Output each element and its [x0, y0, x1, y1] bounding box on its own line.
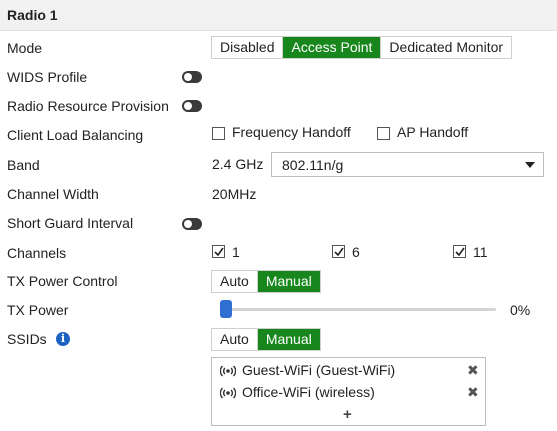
chevron-down-icon — [525, 162, 535, 168]
check-icon — [214, 247, 224, 257]
mode-option-access-point[interactable]: Access Point — [283, 37, 382, 58]
ssid-list: Guest-WiFi (Guest-WiFi) ✖ Office-WiFi (w… — [211, 357, 486, 426]
band-label: Band — [7, 157, 40, 173]
check-icon — [334, 247, 344, 257]
tx-power-slider-track[interactable] — [222, 308, 496, 311]
short-guard-interval-label: Short Guard Interval — [7, 215, 134, 231]
ssids-manual[interactable]: Manual — [257, 329, 320, 350]
radio-resource-provision-label: Radio Resource Provision — [7, 98, 169, 114]
band-prefix: 2.4 GHz — [212, 156, 264, 172]
channel-11-checkbox[interactable] — [453, 245, 466, 258]
short-guard-interval-toggle[interactable] — [182, 218, 202, 230]
remove-ssid-button[interactable]: ✖ — [467, 384, 479, 401]
ap-handoff-checkbox[interactable] — [377, 127, 390, 140]
channel-11-label: 11 — [473, 244, 488, 260]
tx-power-label: TX Power — [7, 302, 69, 318]
remove-ssid-button[interactable]: ✖ — [467, 362, 479, 379]
ssid-name: Office-WiFi (wireless) — [242, 384, 375, 400]
section-title: Radio 1 — [7, 7, 58, 23]
wids-profile-label: WIDS Profile — [7, 69, 88, 85]
client-load-balancing-label: Client Load Balancing — [7, 127, 144, 143]
mode-label: Mode — [7, 40, 43, 56]
channel-width-label: Channel Width — [7, 186, 99, 202]
mode-selector: Disabled Access Point Dedicated Monitor — [211, 36, 513, 59]
tx-power-control-label: TX Power Control — [7, 273, 118, 289]
ap-handoff-label: AP Handoff — [397, 124, 469, 140]
tx-power-slider-thumb[interactable] — [220, 300, 232, 318]
wifi-broadcast-icon — [220, 365, 236, 377]
section-header: Radio 1 — [0, 0, 557, 31]
ssids-auto[interactable]: Auto — [212, 329, 258, 350]
channels-label: Channels — [7, 245, 67, 261]
tx-power-control-manual[interactable]: Manual — [257, 271, 320, 292]
wids-profile-toggle[interactable] — [182, 71, 202, 83]
check-icon — [455, 247, 465, 257]
frequency-handoff-checkbox[interactable] — [212, 127, 225, 140]
tx-power-control-auto[interactable]: Auto — [212, 271, 258, 292]
tx-power-value: 0% — [510, 302, 531, 318]
frequency-handoff-label: Frequency Handoff — [232, 124, 351, 140]
ssid-name: Guest-WiFi (Guest-WiFi) — [242, 362, 396, 378]
channel-1-checkbox[interactable] — [212, 245, 225, 258]
ssids-label: SSIDs — [7, 331, 47, 347]
channel-width-value: 20MHz — [212, 186, 257, 202]
wifi-broadcast-icon — [220, 387, 236, 399]
channel-1-label: 1 — [232, 244, 240, 260]
tx-power-control-selector: Auto Manual — [211, 270, 321, 293]
band-select-value: 802.11n/g — [282, 157, 344, 173]
mode-option-disabled[interactable]: Disabled — [212, 37, 284, 58]
channel-6-checkbox[interactable] — [332, 245, 345, 258]
ssids-selector: Auto Manual — [211, 328, 321, 351]
mode-option-dedicated-monitor[interactable]: Dedicated Monitor — [381, 37, 512, 58]
add-ssid-button[interactable]: + — [343, 406, 352, 423]
channel-6-label: 6 — [352, 244, 360, 260]
radio-resource-provision-toggle[interactable] — [182, 100, 202, 112]
band-select[interactable]: 802.11n/g — [271, 152, 544, 177]
info-icon[interactable]: i — [56, 332, 70, 346]
